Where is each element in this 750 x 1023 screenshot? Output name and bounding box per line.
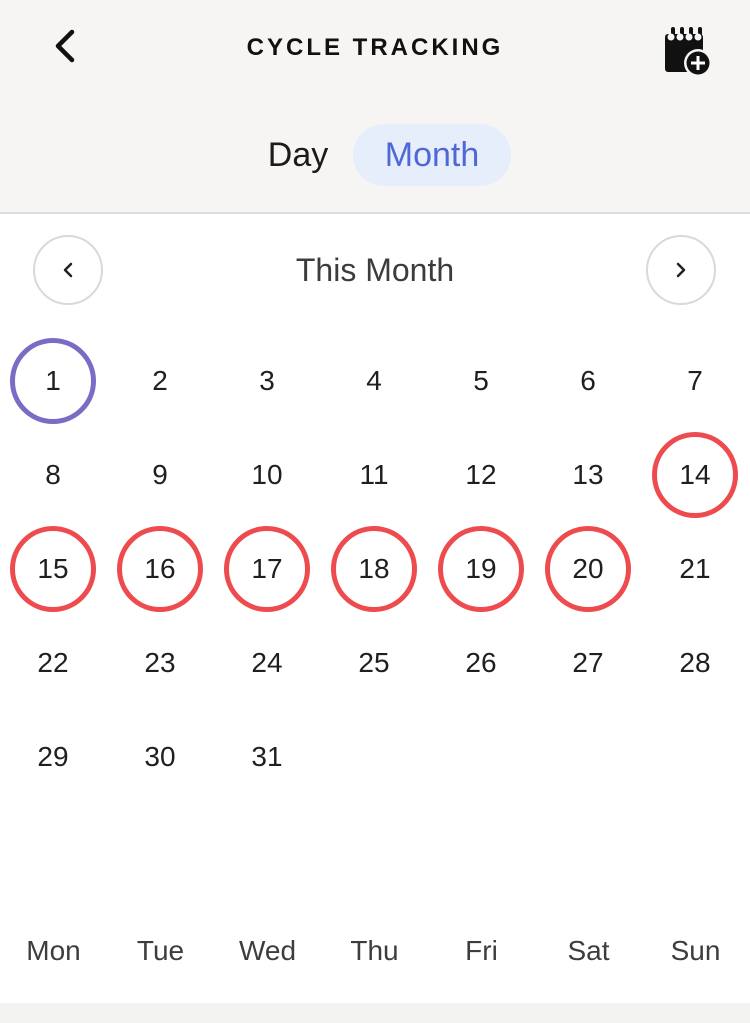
view-toggle: Day Month [0, 122, 750, 188]
calendar-day[interactable]: 18 [331, 526, 417, 612]
calendar-day[interactable]: 29 [10, 714, 96, 800]
calendar-day[interactable]: 15 [10, 526, 96, 612]
calendar-add-icon [665, 27, 712, 77]
tab-day[interactable]: Day [246, 122, 350, 188]
previous-month-button[interactable] [33, 235, 103, 305]
chevron-right-icon [676, 262, 686, 278]
calendar-day[interactable]: 6 [545, 338, 631, 424]
calendar-day[interactable]: 23 [117, 620, 203, 706]
calendar-day[interactable]: 11 [331, 432, 417, 518]
calendar-day[interactable]: 21 [652, 526, 738, 612]
calendar-day[interactable]: 7 [652, 338, 738, 424]
weekday-label: Tue [136, 935, 185, 966]
calendar-day[interactable]: 17 [224, 526, 310, 612]
cycle-tracking-screen: CYCLE TRACKING Day Month This Month 1 2 … [0, 0, 750, 1023]
calendar-day[interactable]: 14 [652, 432, 738, 518]
chevron-left-icon [63, 262, 73, 278]
calendar-day[interactable]: 10 [224, 432, 310, 518]
weekday-label: Sat [567, 935, 610, 966]
weekday-label: Fri [465, 935, 498, 966]
calendar-day[interactable]: 27 [545, 620, 631, 706]
calendar-day[interactable]: 16 [117, 526, 203, 612]
calendar-day[interactable]: 22 [10, 620, 96, 706]
calendar-day[interactable]: 5 [438, 338, 524, 424]
weekday-label: Sun [670, 935, 721, 966]
calendar-day[interactable]: 3 [224, 338, 310, 424]
calendar-day[interactable]: 1 [10, 338, 96, 424]
add-calendar-button[interactable] [660, 22, 716, 78]
calendar-day[interactable]: 26 [438, 620, 524, 706]
calendar-day[interactable]: 13 [545, 432, 631, 518]
weekday-label: Thu [350, 935, 399, 966]
tab-month[interactable]: Month [353, 124, 511, 186]
calendar-day[interactable]: 20 [545, 526, 631, 612]
month-label: This Month [295, 252, 455, 288]
calendar-day[interactable]: 4 [331, 338, 417, 424]
weekday-label: Wed [238, 935, 297, 966]
calendar-day[interactable]: 31 [224, 714, 310, 800]
calendar-grid: 1 2 3 4 5 6 7 8 9 10 11 12 13 14 15 16 17 18 19 20 21 22 23 24 2… [0, 335, 750, 815]
calendar-day[interactable]: 12 [438, 432, 524, 518]
calendar-day[interactable]: 19 [438, 526, 524, 612]
chevron-left-icon [55, 29, 75, 63]
calendar-day[interactable]: 28 [652, 620, 738, 706]
calendar-day[interactable]: 2 [117, 338, 203, 424]
next-month-button[interactable] [646, 235, 716, 305]
calendar-day[interactable]: 8 [10, 432, 96, 518]
calendar-day[interactable]: 24 [224, 620, 310, 706]
calendar-day[interactable]: 9 [117, 432, 203, 518]
bottom-bar [0, 1003, 750, 1023]
header: CYCLE TRACKING Day Month [0, 0, 750, 214]
weekday-label: Mon [26, 935, 81, 966]
weekday-header-row: Mon Tue Wed Thu Fri Sat Sun [0, 925, 750, 981]
page-title: CYCLE TRACKING [246, 34, 504, 61]
back-button[interactable] [40, 22, 88, 70]
calendar-day[interactable]: 25 [331, 620, 417, 706]
calendar-day[interactable]: 30 [117, 714, 203, 800]
